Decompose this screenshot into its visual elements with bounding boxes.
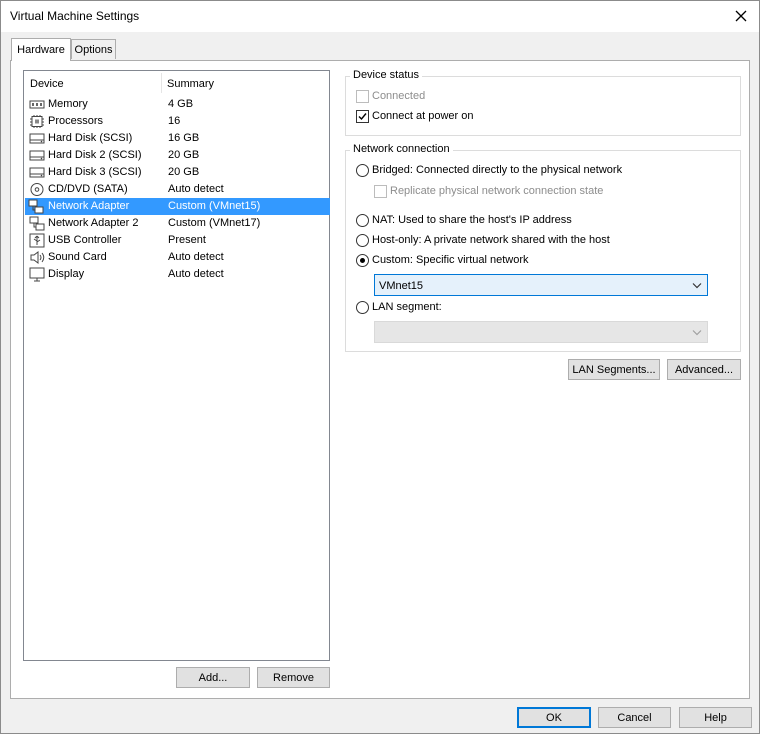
monitor-icon: [29, 267, 45, 282]
bridged-label: Bridged: Connected directly to the physi…: [372, 164, 623, 176]
hard-disk-icon: [29, 150, 45, 161]
connect-at-power-on-label: Connect at power on: [372, 110, 474, 122]
device-row-hard-disk-2[interactable]: Hard Disk 2 (SCSI) 20 GB: [25, 147, 330, 164]
device-row-usb-controller[interactable]: USB Controller Present: [25, 232, 330, 249]
memory-icon: [29, 100, 45, 109]
device-status-legend: Device status: [350, 69, 423, 81]
lan-segments-button[interactable]: LAN Segments...: [568, 359, 660, 380]
close-button[interactable]: [728, 4, 754, 28]
processor-icon: [30, 115, 44, 128]
network-adapter-icon: [28, 199, 44, 214]
network-adapter-icon: [29, 216, 45, 231]
replicate-state-checkbox[interactable]: [374, 185, 387, 198]
lan-segment-label: LAN segment:: [372, 301, 442, 313]
host-only-label: Host-only: A private network shared with…: [372, 234, 610, 246]
device-row-memory[interactable]: Memory 4 GB: [25, 96, 330, 113]
nat-radio[interactable]: [356, 214, 369, 227]
device-row-cd-dvd[interactable]: CD/DVD (SATA) Auto detect: [25, 181, 330, 198]
custom-network-radio[interactable]: [356, 254, 369, 267]
network-connection-legend: Network connection: [350, 143, 453, 155]
column-device[interactable]: Device: [30, 78, 64, 90]
connected-checkbox[interactable]: [356, 90, 369, 103]
cd-dvd-icon: [30, 183, 44, 196]
lan-segment-radio[interactable]: [356, 301, 369, 314]
device-row-network-adapter-2[interactable]: Network Adapter 2 Custom (VMnet17): [25, 215, 330, 232]
device-status-group: [345, 76, 741, 136]
checkmark-icon: [358, 113, 367, 121]
host-only-radio[interactable]: [356, 234, 369, 247]
lan-segment-select[interactable]: [374, 321, 708, 343]
replicate-state-label: Replicate physical network connection st…: [390, 185, 604, 197]
custom-network-select[interactable]: VMnet15: [374, 274, 708, 296]
hard-disk-icon: [29, 133, 45, 144]
device-row-display[interactable]: Display Auto detect: [25, 266, 330, 283]
advanced-button[interactable]: Advanced...: [667, 359, 741, 380]
chevron-down-icon: [692, 283, 702, 289]
custom-network-value: VMnet15: [379, 280, 424, 292]
nat-label: NAT: Used to share the host's IP address: [372, 214, 572, 226]
add-device-button[interactable]: Add...: [176, 667, 250, 688]
remove-device-button[interactable]: Remove: [257, 667, 330, 688]
device-row-hard-disk[interactable]: Hard Disk (SCSI) 16 GB: [25, 130, 330, 147]
device-list[interactable]: Device Summary Memory 4 GB Processors 16…: [23, 70, 330, 661]
tab-hardware[interactable]: Hardware: [11, 38, 71, 61]
speaker-icon: [30, 251, 45, 264]
hard-disk-icon: [29, 167, 45, 178]
tab-options[interactable]: Options: [71, 39, 116, 59]
device-list-header: Device Summary: [24, 71, 329, 95]
window-title: Virtual Machine Settings: [10, 9, 140, 23]
usb-icon: [29, 233, 45, 248]
chevron-down-icon: [692, 330, 702, 336]
custom-network-label: Custom: Specific virtual network: [372, 254, 529, 266]
device-row-network-adapter[interactable]: Network Adapter Custom (VMnet15): [25, 198, 330, 215]
help-button[interactable]: Help: [679, 707, 752, 728]
cancel-button[interactable]: Cancel: [598, 707, 671, 728]
device-row-processors[interactable]: Processors 16: [25, 113, 330, 130]
hardware-panel: Device Summary Memory 4 GB Processors 16…: [10, 60, 750, 699]
connect-at-power-on-checkbox[interactable]: [356, 110, 369, 123]
device-row-hard-disk-3[interactable]: Hard Disk 3 (SCSI) 20 GB: [25, 164, 330, 181]
close-icon: [735, 10, 747, 22]
column-summary[interactable]: Summary: [167, 78, 214, 90]
settings-window: Virtual Machine Settings Hardware Option…: [0, 0, 760, 734]
device-row-sound-card[interactable]: Sound Card Auto detect: [25, 249, 330, 266]
connected-label: Connected: [372, 90, 426, 102]
bridged-radio[interactable]: [356, 164, 369, 177]
ok-button[interactable]: OK: [517, 707, 591, 728]
title-bar: Virtual Machine Settings: [1, 1, 759, 32]
